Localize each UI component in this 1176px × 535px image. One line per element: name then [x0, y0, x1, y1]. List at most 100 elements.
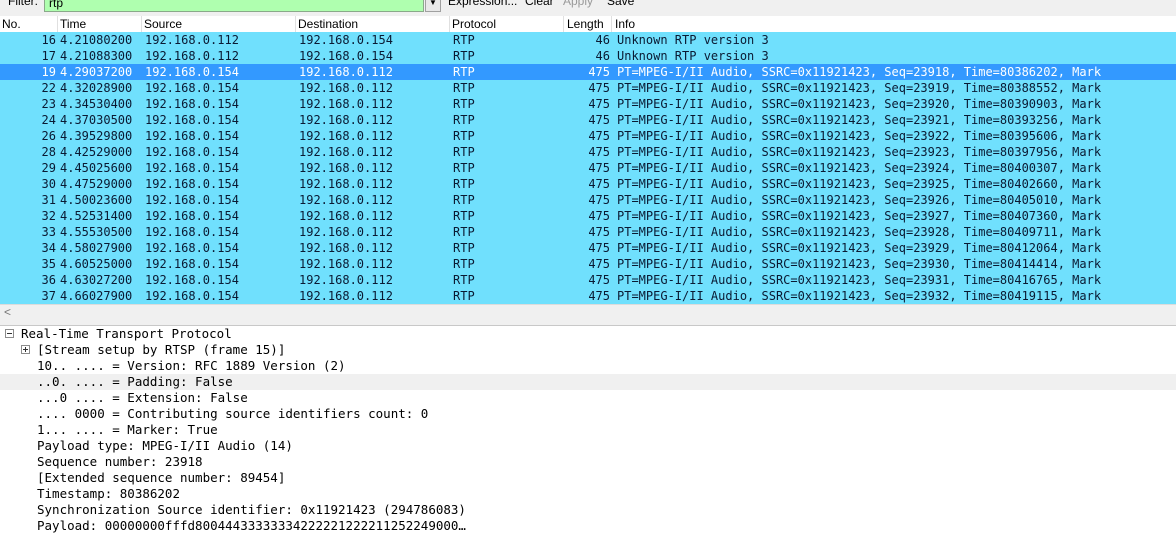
- packet-length: 46: [595, 49, 610, 63]
- packet-row[interactable]: 35 4.60525000 192.168.0.154 192.168.0.112 RT…: [0, 256, 1176, 272]
- column-divider[interactable]: [563, 16, 564, 32]
- packet-length: 475: [588, 257, 610, 271]
- detail-tree-item[interactable]: 1... .... = Marker: True: [0, 422, 1176, 438]
- packet-source: 192.168.0.154: [145, 193, 239, 207]
- packet-source: 192.168.0.154: [145, 273, 239, 287]
- packet-no: 30: [41, 177, 56, 191]
- packet-row[interactable]: 24 4.37030500 192.168.0.154 192.168.0.112 RT…: [0, 112, 1176, 128]
- packet-info: PT=MPEG-I/II Audio, SSRC=0x11921423, Seq…: [617, 81, 1102, 95]
- packet-list[interactable]: 16 4.21080200 192.168.0.112 192.168.0.154 RT…: [0, 32, 1176, 304]
- detail-tree-label: Payload: 00000000fffd8004443333333422222…: [37, 518, 466, 533]
- packet-no: 29: [41, 161, 56, 175]
- detail-tree-item[interactable]: Timestamp: 80386202: [0, 486, 1176, 502]
- packet-no: 16: [41, 33, 56, 47]
- packet-row[interactable]: 26 4.39529800 192.168.0.154 192.168.0.112 RT…: [0, 128, 1176, 144]
- packet-row[interactable]: 33 4.55530500 192.168.0.154 192.168.0.112 RT…: [0, 224, 1176, 240]
- detail-tree-label: Sequence number: 23918: [37, 454, 203, 469]
- packet-length: 475: [588, 97, 610, 111]
- detail-tree-label: Synchronization Source identifier: 0x119…: [37, 502, 466, 517]
- column-header-destination[interactable]: Destination: [298, 17, 358, 31]
- packet-info: Unknown RTP version 3: [617, 49, 769, 63]
- packet-details-tree[interactable]: Real-Time Transport Protocol [Stream setu…: [0, 326, 1176, 535]
- detail-tree-item[interactable]: ..0. .... = Padding: False: [0, 374, 1176, 390]
- packet-row[interactable]: 29 4.45025600 192.168.0.154 192.168.0.112 RT…: [0, 160, 1176, 176]
- detail-tree-item[interactable]: .... 0000 = Contributing source identifi…: [0, 406, 1176, 422]
- packet-length: 475: [588, 129, 610, 143]
- display-filter-input[interactable]: rtp: [44, 0, 424, 12]
- packet-source: 192.168.0.154: [145, 161, 239, 175]
- packet-row[interactable]: 28 4.42529000 192.168.0.154 192.168.0.112 RT…: [0, 144, 1176, 160]
- expand-icon[interactable]: [21, 345, 30, 354]
- column-divider[interactable]: [57, 16, 58, 32]
- detail-tree-item[interactable]: Payload type: MPEG-I/II Audio (14): [0, 438, 1176, 454]
- packet-row[interactable]: 22 4.32028900 192.168.0.154 192.168.0.112 RT…: [0, 80, 1176, 96]
- column-header-time[interactable]: Time: [60, 17, 86, 31]
- column-header-protocol[interactable]: Protocol: [452, 17, 496, 31]
- clear-button[interactable]: Clear: [525, 0, 554, 8]
- packet-row[interactable]: 34 4.58027900 192.168.0.154 192.168.0.112 RT…: [0, 240, 1176, 256]
- column-header-info[interactable]: Info: [615, 17, 635, 31]
- packet-row[interactable]: 16 4.21080200 192.168.0.112 192.168.0.154 RT…: [0, 32, 1176, 48]
- expression-button[interactable]: Expression...: [448, 0, 517, 8]
- packet-time: 4.29037200: [60, 65, 133, 79]
- column-divider[interactable]: [449, 16, 450, 32]
- column-header-length[interactable]: Length: [567, 17, 604, 31]
- packet-no: 23: [41, 97, 56, 111]
- packet-source: 192.168.0.154: [145, 177, 239, 191]
- packet-source: 192.168.0.154: [145, 241, 239, 255]
- column-divider[interactable]: [611, 16, 612, 32]
- packet-row[interactable]: 17 4.21088300 192.168.0.112 192.168.0.154 RT…: [0, 48, 1176, 64]
- packet-source: 192.168.0.154: [145, 81, 239, 95]
- scroll-left-icon[interactable]: <: [4, 305, 11, 320]
- detail-tree-item[interactable]: [Stream setup by RTSP (frame 15)]: [0, 342, 1176, 358]
- column-divider[interactable]: [295, 16, 296, 32]
- packet-protocol: RTP: [453, 193, 475, 207]
- packet-length: 475: [588, 209, 610, 223]
- packet-time: 4.60525000: [60, 257, 133, 271]
- column-divider[interactable]: [141, 16, 142, 32]
- column-header-no[interactable]: No.: [2, 17, 21, 31]
- packet-no: 28: [41, 145, 56, 159]
- packet-destination: 192.168.0.112: [299, 273, 393, 287]
- detail-tree-label: [Stream setup by RTSP (frame 15)]: [37, 342, 286, 357]
- detail-tree-item[interactable]: ...0 .... = Extension: False: [0, 390, 1176, 406]
- column-header-source[interactable]: Source: [144, 17, 182, 31]
- packet-protocol: RTP: [453, 241, 475, 255]
- packet-protocol: RTP: [453, 97, 475, 111]
- packet-destination: 192.168.0.112: [299, 193, 393, 207]
- detail-tree-label: ..0. .... = Padding: False: [37, 374, 233, 389]
- packet-length: 475: [588, 241, 610, 255]
- packet-row[interactable]: 37 4.66027900 192.168.0.154 192.168.0.112 RT…: [0, 288, 1176, 304]
- packet-no: 35: [41, 257, 56, 271]
- detail-tree-item[interactable]: Synchronization Source identifier: 0x119…: [0, 502, 1176, 518]
- detail-tree-item[interactable]: 10.. .... = Version: RFC 1889 Version (2…: [0, 358, 1176, 374]
- filter-dropdown-button[interactable]: ▼: [425, 0, 441, 12]
- packet-row[interactable]: 36 4.63027200 192.168.0.154 192.168.0.112 RT…: [0, 272, 1176, 288]
- detail-tree-item[interactable]: Sequence number: 23918: [0, 454, 1176, 470]
- packet-info: PT=MPEG-I/II Audio, SSRC=0x11921423, Seq…: [617, 241, 1102, 255]
- detail-tree-item[interactable]: [Extended sequence number: 89454]: [0, 470, 1176, 486]
- detail-tree-label: ...0 .... = Extension: False: [37, 390, 248, 405]
- save-button[interactable]: Save: [607, 0, 634, 8]
- packet-row[interactable]: 31 4.50023600 192.168.0.154 192.168.0.112 RT…: [0, 192, 1176, 208]
- packet-protocol: RTP: [453, 113, 475, 127]
- packet-protocol: RTP: [453, 129, 475, 143]
- detail-tree-label: 1... .... = Marker: True: [37, 422, 218, 437]
- packet-row[interactable]: 32 4.52531400 192.168.0.154 192.168.0.112 RT…: [0, 208, 1176, 224]
- packet-protocol: RTP: [453, 33, 475, 47]
- packet-list-header: No. Time Source Destination Protocol Len…: [0, 16, 1176, 33]
- packet-row[interactable]: 23 4.34530400 192.168.0.154 192.168.0.112 RT…: [0, 96, 1176, 112]
- detail-tree-item[interactable]: Real-Time Transport Protocol: [0, 326, 1176, 342]
- packet-destination: 192.168.0.154: [299, 49, 393, 63]
- apply-button[interactable]: Apply: [563, 0, 593, 8]
- collapse-icon[interactable]: [5, 329, 14, 338]
- filter-toolbar: Filter: rtp ▼ Expression... Clear Apply …: [0, 0, 1176, 16]
- packet-destination: 192.168.0.112: [299, 145, 393, 159]
- packet-source: 192.168.0.154: [145, 113, 239, 127]
- packet-row[interactable]: 30 4.47529000 192.168.0.154 192.168.0.112 RT…: [0, 176, 1176, 192]
- packet-length: 475: [588, 289, 610, 303]
- packet-row-selected[interactable]: 19 4.29037200 192.168.0.154 192.168.0.112 RT…: [0, 64, 1176, 80]
- detail-tree-item[interactable]: Payload: 00000000fffd8004443333333422222…: [0, 518, 1176, 534]
- packet-list-hscrollbar[interactable]: <: [0, 304, 1176, 321]
- packet-time: 4.58027900: [60, 241, 133, 255]
